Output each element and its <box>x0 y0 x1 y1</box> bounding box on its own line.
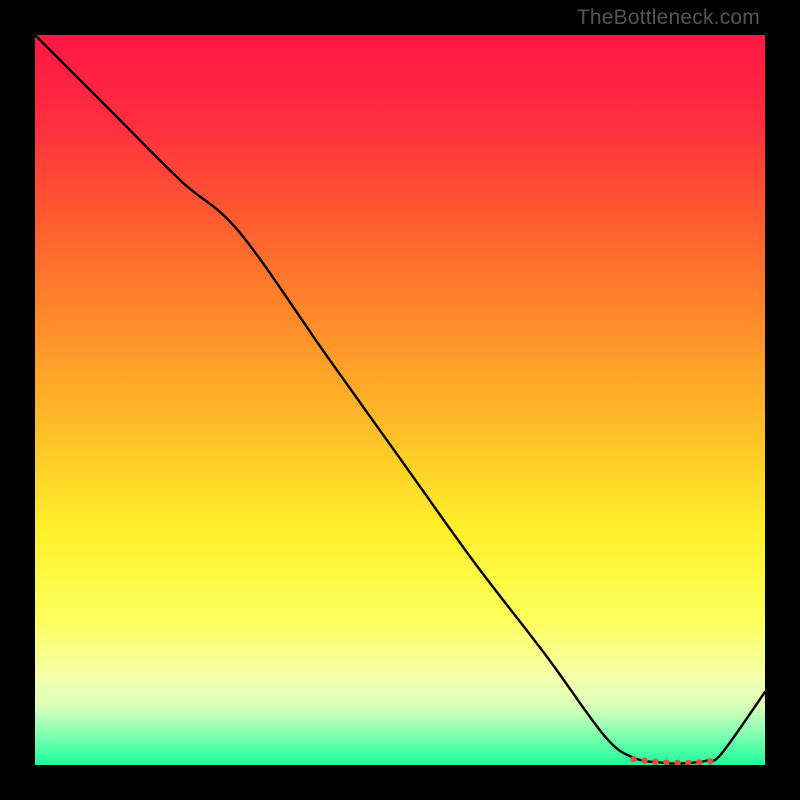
marker-dot <box>707 758 713 764</box>
marker-dot <box>652 759 658 765</box>
marker-dot <box>630 756 636 762</box>
marker-dot <box>641 757 647 763</box>
watermark-text: TheBottleneck.com <box>577 6 760 30</box>
chart-svg <box>35 35 765 765</box>
chart-plot-area <box>35 35 765 765</box>
